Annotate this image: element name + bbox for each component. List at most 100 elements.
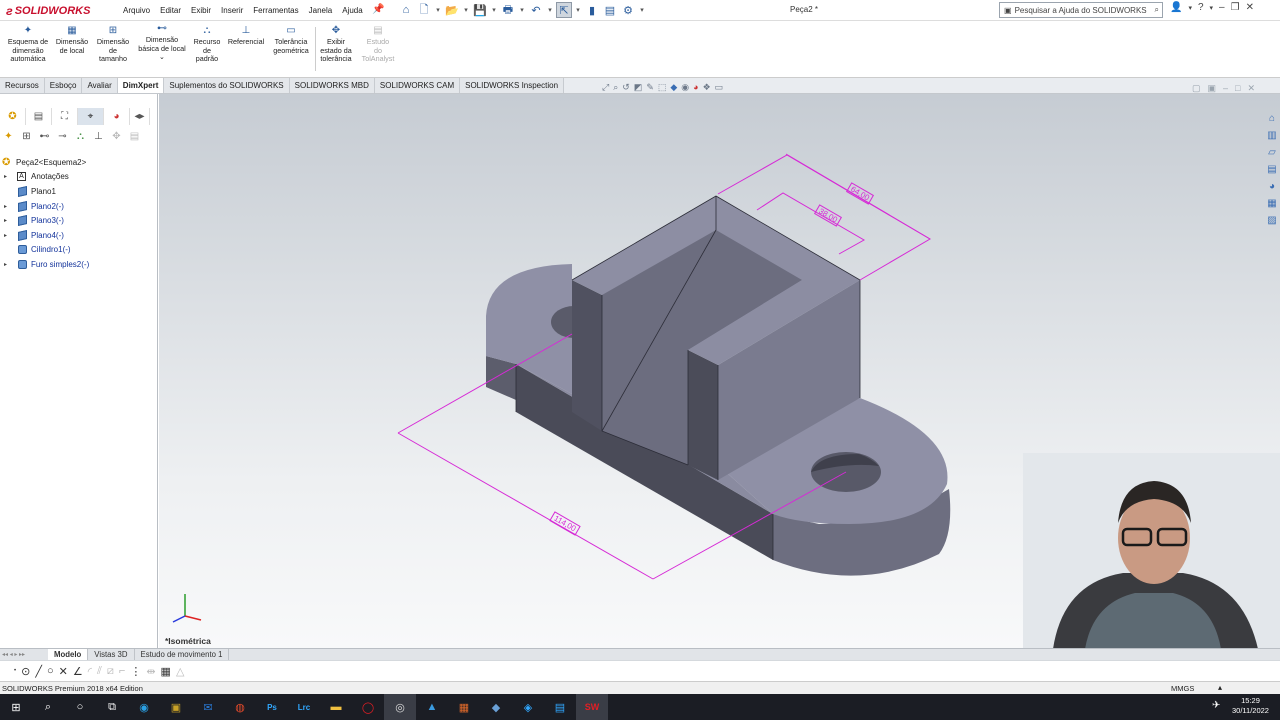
chevron-down-icon[interactable]: ▾ [462,2,470,18]
solidworks-resources-icon[interactable]: ⌂ [1264,113,1280,127]
datum-icon[interactable]: ⊥ [92,130,105,143]
convert-entities-icon[interactable]: ⧄ [107,665,114,678]
configuration-manager-icon[interactable]: ⛶ [52,108,78,125]
undo-icon[interactable]: ↶ [528,2,544,18]
expand-arrow-icon[interactable]: ▸ [4,232,7,239]
trim-icon[interactable]: ✕ [59,665,68,678]
tab-modelo[interactable]: Modelo [48,648,89,661]
close-icon[interactable]: ✕ [1246,2,1254,13]
view-orientation-icon[interactable]: ⬚ [658,82,667,93]
tab-avaliar[interactable]: Avaliar [82,78,118,93]
auto-dimension-icon[interactable]: ✦ [2,130,15,143]
print-icon[interactable]: 🖶 [500,2,516,18]
previous-view-icon[interactable]: ↺ [622,82,630,93]
tolanalyst-icon[interactable]: ▤ [128,130,141,143]
lightroom-icon[interactable]: Lrc [288,694,320,720]
show-tolerance-status-button[interactable]: ✥ Exibir estado da tolerância [318,26,354,64]
hide-show-items-icon[interactable]: ◉ [681,82,689,93]
expand-arrow-icon[interactable]: ▸ [4,217,7,224]
zoom-fit-icon[interactable]: ⤢ [602,82,609,93]
app-icon[interactable]: ◆ [480,694,512,720]
file-properties-icon[interactable]: ▤ [602,2,618,18]
windows-start-icon[interactable]: ⊞ [0,694,32,720]
app-icon[interactable]: ◈ [512,694,544,720]
line-icon[interactable]: ╱ [35,665,42,678]
search-icon[interactable]: ⌕ [1155,5,1159,15]
cortana-icon[interactable]: ○ [64,694,96,720]
basic-dimension-icon[interactable]: ⊸ [56,130,69,143]
size-dimension-icon[interactable]: ⊷ [38,130,51,143]
select-pointer-icon[interactable]: ⇱ [556,2,572,18]
tab-vistas-3d[interactable]: Vistas 3D [88,648,135,661]
store-icon[interactable]: ▣ [160,694,192,720]
edit-appearance-icon[interactable]: ◕ [693,82,698,93]
home-icon[interactable]: ⌂ [398,2,414,18]
unit-system[interactable]: MMGS [1171,684,1194,693]
edge-browser-icon[interactable]: ◉ [128,694,160,720]
new-document-icon[interactable]: 🗋 [416,2,432,18]
help-search-input[interactable]: ▣ Pesquisar a Ajuda do SOLIDWORKS ⌕ [999,2,1163,18]
chevron-down-icon[interactable]: ▾ [1188,4,1192,12]
menu-ajuda[interactable]: Ajuda [337,6,367,15]
menu-janela[interactable]: Janela [304,6,338,15]
chevron-down-icon[interactable]: ▾ [434,2,442,18]
photos-icon[interactable]: ▲ [416,694,448,720]
dimxpert-manager-icon[interactable]: ⌖ [78,108,104,125]
feature-manager-icon[interactable]: ✪ [0,108,26,125]
property-manager-icon[interactable]: ▤ [26,108,52,125]
tree-item-plano4[interactable]: ▸ Plano4(-) [0,228,158,243]
chevron-down-icon[interactable]: ▾ [546,2,554,18]
view-palette-icon[interactable]: ▤ [1264,164,1280,178]
tab-mbd[interactable]: SOLIDWORKS MBD [289,78,375,93]
rebuild-icon[interactable]: ▮ [584,2,600,18]
tab-cam[interactable]: SOLIDWORKS CAM [374,78,461,93]
location-dimension-button[interactable]: ▦ Dimensão de local [54,26,90,55]
section-view-icon[interactable]: ◩ [634,82,643,93]
chevron-down-icon[interactable]: ▾ [574,2,582,18]
expand-arrow-icon[interactable]: ▸ [4,173,7,180]
circle-icon[interactable]: ○ [47,665,54,677]
chevron-down-icon[interactable]: ▾ [1210,4,1214,12]
tree-item-furo-simples2[interactable]: ▸ Furo simples2(-) [0,257,158,272]
task-view-icon[interactable]: ⧉ [96,694,128,720]
tree-item-cilindro1[interactable]: Cilindro1(-) [0,243,158,258]
maximize-view-icon[interactable]: □ [1235,83,1240,94]
panel-scroll-arrows-icon[interactable]: ◂▸ [130,108,150,125]
tab-esboco[interactable]: Esboço [44,78,83,93]
pattern-feature-button[interactable]: ⛬ Recurso de padrão [191,26,223,64]
view-settings-icon[interactable]: ▭ [715,82,724,93]
app-icon[interactable]: ▦ [448,694,480,720]
file-explorer-icon[interactable]: ▬ [320,694,352,720]
design-library-icon[interactable]: ▥ [1264,130,1280,144]
minimize-view-icon[interactable]: – [1223,83,1228,94]
mail-icon[interactable]: ✉ [192,694,224,720]
menu-inserir[interactable]: Inserir [216,6,248,15]
restore-icon[interactable]: ❐ [1231,2,1240,13]
basic-location-dimension-button[interactable]: ⊷ Dimensão básica de local ⌄ [134,24,190,62]
pin-icon[interactable]: 📌 [372,4,384,15]
expand-arrow-icon[interactable]: ▸ [4,203,7,210]
help-icon[interactable]: ? [1198,2,1204,13]
menu-editar[interactable]: Editar [155,6,186,15]
tree-item-plano3[interactable]: ▸ Plano3(-) [0,213,158,228]
tolerance-icon[interactable]: ✥ [110,130,123,143]
circle-center-icon[interactable]: ⊙ [21,665,30,678]
forum-icon[interactable]: ▨ [1264,215,1280,229]
fillet-icon[interactable]: ◜ [88,665,92,678]
tree-root[interactable]: ✪ Peça2<Esquema2> [0,155,158,170]
obs-icon[interactable]: ◎ [384,694,416,720]
user-icon[interactable]: 👤 [1170,2,1182,13]
location-dimension-icon[interactable]: ⊞ [20,130,33,143]
solidworks-logo[interactable]: ƨ SOLIDWORKS [6,2,90,19]
tolanalyst-study-button[interactable]: ▤ Estudo do TolAnalyst [358,26,398,64]
point-icon[interactable]: • [14,668,16,674]
offset-icon[interactable]: ⫽ [97,665,102,678]
tile-icon[interactable]: ▢ [1192,83,1201,94]
search-icon[interactable]: ⌕ [32,694,64,720]
apply-scene-icon[interactable]: ❖ [703,82,711,93]
tab-recursos[interactable]: Recursos [0,78,45,93]
close-view-icon[interactable]: ✕ [1247,83,1255,94]
tree-item-plano1[interactable]: Plano1 [0,184,158,199]
dynamic-annotation-icon[interactable]: ✎ [646,82,654,93]
chevron-down-icon[interactable]: ▾ [638,2,646,18]
